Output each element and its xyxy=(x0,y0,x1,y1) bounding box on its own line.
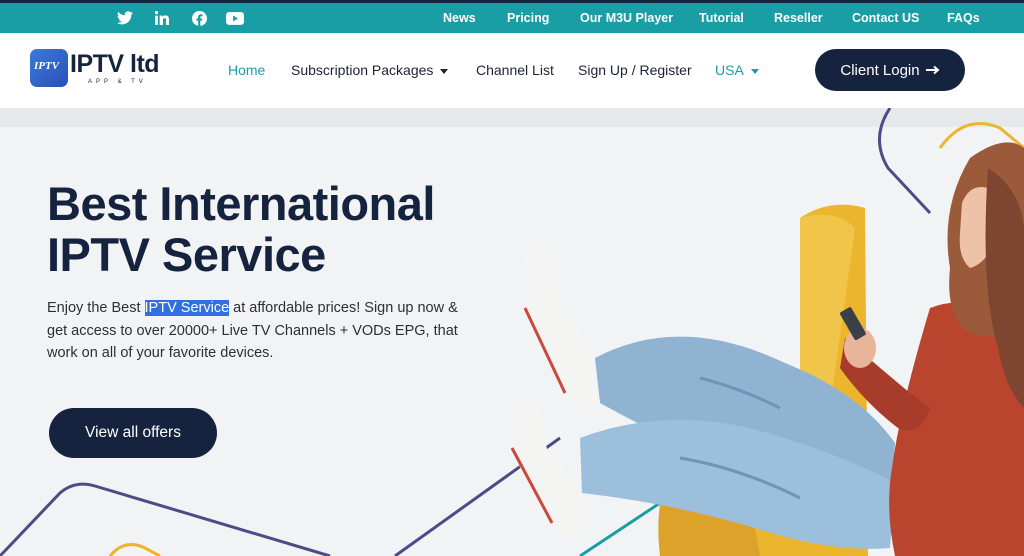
hero-title-line-2: IPTV Service xyxy=(47,228,326,281)
nav-region-label: USA xyxy=(715,62,744,78)
nav-subscription-packages-label: Subscription Packages xyxy=(291,62,434,78)
topnav-reseller[interactable]: Reseller xyxy=(774,3,823,33)
nav-channel-list[interactable]: Channel List xyxy=(476,53,554,87)
hero-desc-start: Enjoy the Best xyxy=(47,300,145,316)
chevron-down-icon xyxy=(440,68,449,74)
client-login-label: Client Login xyxy=(840,61,920,79)
site-logo[interactable]: IPTV IPTV ltd APP & TV xyxy=(30,47,170,93)
topnav-pricing[interactable]: Pricing xyxy=(507,3,549,33)
facebook-icon[interactable] xyxy=(187,3,211,33)
client-login-button[interactable]: Client Login xyxy=(815,49,965,91)
hero-description: Enjoy the Best IPTV Service at affordabl… xyxy=(47,297,467,365)
nav-sign-up[interactable]: Sign Up / Register xyxy=(578,53,692,87)
view-all-offers-button[interactable]: View all offers xyxy=(49,408,217,458)
logo-name: IPTV ltd xyxy=(70,50,160,78)
hero-desc-highlight: IPTV Service xyxy=(144,300,230,316)
logo-tagline: APP & TV xyxy=(88,79,147,85)
main-header: IPTV IPTV ltd APP & TV Home Subscription… xyxy=(0,33,1024,108)
topnav-tutorial[interactable]: Tutorial xyxy=(699,3,744,33)
chevron-down-icon xyxy=(750,68,759,74)
logo-badge-text: IPTV xyxy=(34,60,60,72)
tv-logo-icon: IPTV xyxy=(30,49,68,87)
top-bar: News Pricing Our M3U Player Tutorial Res… xyxy=(0,0,1024,33)
hero-title: Best International IPTV Service xyxy=(47,178,435,280)
topnav-contact[interactable]: Contact US xyxy=(852,3,919,33)
arrow-right-icon xyxy=(925,65,940,75)
nav-subscription-packages[interactable]: Subscription Packages xyxy=(291,53,449,87)
topnav-faqs[interactable]: FAQs xyxy=(947,3,980,33)
hero-title-line-1: Best International xyxy=(47,177,435,230)
nav-region-usa[interactable]: USA xyxy=(715,53,759,87)
twitter-icon[interactable] xyxy=(113,3,137,33)
linkedin-icon[interactable] xyxy=(150,3,174,33)
topnav-m3u-player[interactable]: Our M3U Player xyxy=(580,3,673,33)
hero-woman-photo xyxy=(510,142,1024,556)
youtube-icon[interactable] xyxy=(223,3,247,33)
nav-home[interactable]: Home xyxy=(228,53,265,87)
topnav-news[interactable]: News xyxy=(443,3,476,33)
